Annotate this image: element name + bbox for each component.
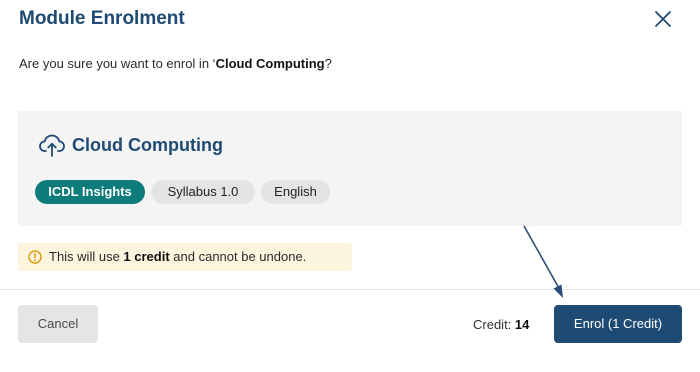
notice-text: This will use 1 credit and cannot be und…: [49, 249, 306, 264]
prompt-suffix: ?: [324, 56, 332, 71]
credit-label: Credit:: [473, 317, 515, 332]
tag-brand: ICDL Insights: [35, 180, 145, 204]
enrolment-dialog: Module Enrolment Are you sure you want t…: [0, 0, 700, 372]
dialog-title: Module Enrolment: [19, 8, 185, 29]
cancel-button[interactable]: Cancel: [18, 305, 98, 343]
notice-credit: 1 credit: [123, 249, 170, 264]
notice-suffix: and cannot be undone.: [169, 249, 307, 264]
prompt-module-name: Cloud Computing: [215, 56, 325, 71]
prompt-prefix: Are you sure you want to enrol in ‘: [19, 56, 216, 71]
credit-balance: Credit: 14: [473, 317, 529, 332]
credit-value: 14: [514, 317, 530, 332]
module-card: [18, 111, 682, 226]
enrol-button[interactable]: Enrol (1 Credit): [554, 305, 682, 343]
tag-syllabus: Syllabus 1.0: [151, 180, 255, 204]
confirmation-prompt: Are you sure you want to enrol in ‘Cloud…: [19, 56, 332, 71]
module-title: Cloud Computing: [72, 135, 223, 155]
warning-icon: [28, 250, 42, 264]
footer-divider: [0, 289, 700, 290]
cloud-upload-icon: [38, 132, 66, 158]
notice-prefix: This will use: [49, 249, 124, 264]
credit-notice: This will use 1 credit and cannot be und…: [18, 243, 352, 271]
tag-language: English: [261, 180, 330, 204]
close-icon: [655, 11, 671, 27]
close-button[interactable]: [652, 8, 674, 30]
